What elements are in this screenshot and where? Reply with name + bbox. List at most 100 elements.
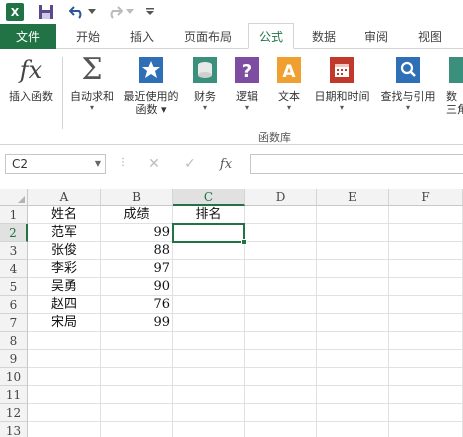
cell-a13[interactable] [28,422,101,437]
cell-f11[interactable] [389,386,463,404]
cell-a12[interactable] [28,404,101,422]
tab-review[interactable]: 审阅 [350,24,402,49]
date-time-button[interactable]: 日期和时间 ▾ [310,55,374,112]
name-box[interactable]: C2 ▼ [5,154,106,174]
column-header-e[interactable]: E [317,189,389,206]
cell-f6[interactable] [389,296,463,314]
cell-e7[interactable] [317,314,389,332]
cell-d7[interactable] [245,314,317,332]
cell-d6[interactable] [245,296,317,314]
row-header-1[interactable]: 1 [0,206,28,224]
cell-a11[interactable] [28,386,101,404]
cell-b13[interactable] [101,422,173,437]
row-header-3[interactable]: 3 [0,242,28,260]
cell-d1[interactable] [245,206,317,224]
cell-b4[interactable]: 97 [101,260,173,278]
redo-dropdown-icon[interactable] [125,2,135,22]
cell-b6[interactable]: 76 [101,296,173,314]
cell-c9[interactable] [173,350,245,368]
cell-d4[interactable] [245,260,317,278]
customize-quick-access-icon[interactable] [144,2,156,22]
cell-a5[interactable]: 吴勇 [28,278,101,296]
cell-d11[interactable] [245,386,317,404]
cell-a7[interactable]: 宋局 [28,314,101,332]
column-header-c[interactable]: C [173,189,245,206]
cell-c11[interactable] [173,386,245,404]
tab-insert[interactable]: 插入 [116,24,168,49]
cell-e8[interactable] [317,332,389,350]
cell-c2[interactable] [173,224,245,242]
cell-f2[interactable] [389,224,463,242]
cell-d12[interactable] [245,404,317,422]
cell-f3[interactable] [389,242,463,260]
column-header-f[interactable]: F [389,189,463,206]
undo-icon[interactable] [68,2,86,22]
math-trig-button[interactable]: 数三角 [446,55,463,116]
cell-e10[interactable] [317,368,389,386]
cell-d10[interactable] [245,368,317,386]
logical-button[interactable]: ? 逻辑 ▾ [230,55,264,112]
cell-b12[interactable] [101,404,173,422]
cell-e4[interactable] [317,260,389,278]
column-header-d[interactable]: D [245,189,317,206]
autosum-button[interactable]: Σ 自动求和 ▾ [66,55,118,113]
cell-f8[interactable] [389,332,463,350]
cell-d2[interactable] [245,224,317,242]
row-header-12[interactable]: 12 [0,404,28,422]
lookup-reference-button[interactable]: 查找与引用 ▾ [376,55,440,112]
formula-input[interactable] [250,154,463,174]
enter-icon[interactable]: ✓ [178,154,202,174]
cell-e1[interactable] [317,206,389,224]
cell-b8[interactable] [101,332,173,350]
tab-file[interactable]: 文件 [0,24,56,49]
save-icon[interactable] [36,2,56,22]
cell-e2[interactable] [317,224,389,242]
cell-f7[interactable] [389,314,463,332]
cell-a8[interactable] [28,332,101,350]
cell-c12[interactable] [173,404,245,422]
row-header-8[interactable]: 8 [0,332,28,350]
tab-page-layout[interactable]: 页面布局 [170,24,246,49]
row-header-2[interactable]: 2 [0,224,28,242]
row-header-13[interactable]: 13 [0,422,28,437]
cell-b2[interactable]: 99 [101,224,173,242]
cell-c1[interactable]: 排名 [173,206,245,224]
cell-b3[interactable]: 88 [101,242,173,260]
cell-f9[interactable] [389,350,463,368]
row-header-4[interactable]: 4 [0,260,28,278]
cell-a6[interactable]: 赵四 [28,296,101,314]
cell-d13[interactable] [245,422,317,437]
recently-used-button[interactable]: 最近使用的 函数 ▾ [120,55,182,116]
cell-e12[interactable] [317,404,389,422]
cell-c8[interactable] [173,332,245,350]
cell-f10[interactable] [389,368,463,386]
cell-c6[interactable] [173,296,245,314]
cell-d8[interactable] [245,332,317,350]
tab-formulas[interactable]: 公式 [248,23,294,49]
cell-e13[interactable] [317,422,389,437]
cell-d5[interactable] [245,278,317,296]
chevron-down-icon[interactable]: ▼ [95,155,101,173]
cell-a9[interactable] [28,350,101,368]
cell-b9[interactable] [101,350,173,368]
tab-view[interactable]: 视图 [404,24,456,49]
cell-b1[interactable]: 成绩 [101,206,173,224]
resize-handle-icon[interactable]: ⋮ [118,157,128,168]
cell-a10[interactable] [28,368,101,386]
cell-a3[interactable]: 张俊 [28,242,101,260]
cell-e11[interactable] [317,386,389,404]
select-all-button[interactable] [0,189,28,206]
cell-b10[interactable] [101,368,173,386]
insert-function-button[interactable]: fx 插入函数 [4,55,58,103]
cell-b5[interactable]: 90 [101,278,173,296]
tab-data[interactable]: 数据 [298,24,350,49]
column-header-b[interactable]: B [101,189,173,206]
cell-a4[interactable]: 李彩 [28,260,101,278]
cancel-icon[interactable]: ✕ [142,154,166,174]
tab-home[interactable]: 开始 [62,24,114,49]
row-header-7[interactable]: 7 [0,314,28,332]
cell-a1[interactable]: 姓名 [28,206,101,224]
cell-d3[interactable] [245,242,317,260]
financial-button[interactable]: 财务 ▾ [188,55,222,112]
row-header-5[interactable]: 5 [0,278,28,296]
